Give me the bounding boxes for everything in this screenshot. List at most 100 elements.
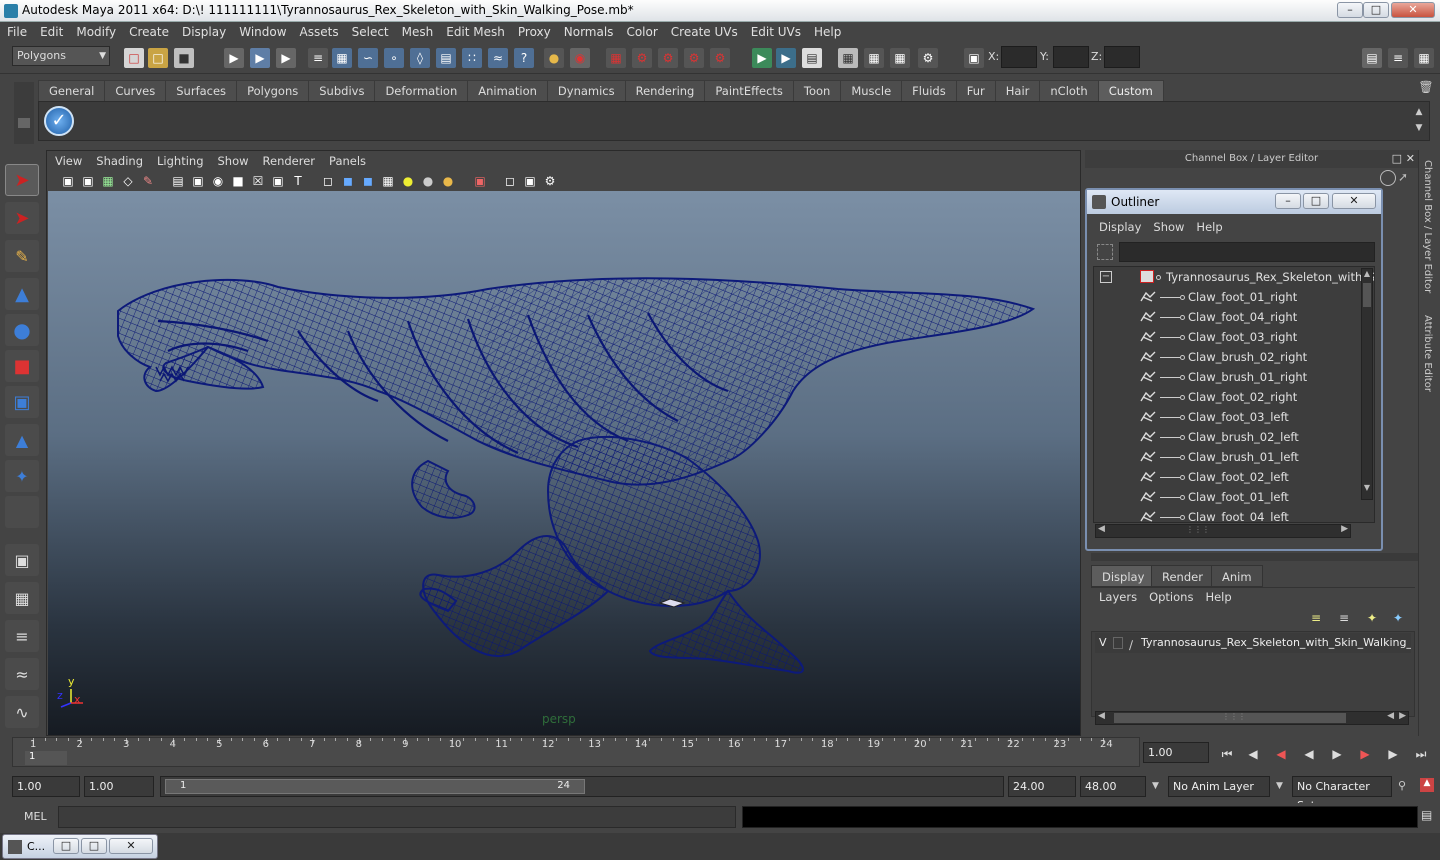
snap-surface-icon[interactable]: ∷ (462, 48, 482, 68)
outliner-menu-show[interactable]: Show (1153, 220, 1184, 234)
mel-label[interactable]: MEL (24, 810, 47, 823)
shelf-scroll-down-icon[interactable]: ▼ (1413, 123, 1425, 135)
wireframe-on-shaded-icon[interactable]: ◼ (359, 172, 377, 190)
outliner-row[interactable]: Claw_foot_04_left (1094, 507, 1364, 522)
relationship-icon[interactable]: ▶ (776, 48, 796, 68)
z-field[interactable] (1104, 46, 1140, 68)
range-slider-handle[interactable]: 1 24 (165, 779, 585, 794)
make-live-icon[interactable]: ▤ (436, 48, 456, 68)
smooth-shade-icon[interactable]: ◼ (339, 172, 357, 190)
current-frame-indicator[interactable]: 1 (25, 751, 67, 765)
script-editor-button-icon[interactable]: ▤ (1421, 808, 1435, 824)
snap-grid-icon[interactable]: ▦ (332, 48, 352, 68)
close-button[interactable]: ✕ (1391, 2, 1435, 18)
shelf-tab-muscle[interactable]: Muscle (840, 80, 903, 101)
range-slider-track[interactable]: 1 24 (160, 776, 1004, 797)
scroll-left-icon[interactable]: ◀ (1098, 524, 1105, 534)
show-manipulator-tool-icon[interactable]: ✦ (5, 460, 39, 492)
scroll-grip-icon[interactable]: ⋮⋮⋮ (1186, 525, 1210, 535)
minimized-window[interactable]: C... □ □ ✕ (2, 834, 158, 859)
playback-end-field[interactable]: 24.00 (1008, 776, 1076, 797)
snap-curve-icon[interactable]: ∽ (358, 48, 378, 68)
panel-divider[interactable] (1091, 553, 1418, 561)
menu-help[interactable]: Help (807, 22, 847, 42)
current-time-field[interactable]: 1.00 (1143, 742, 1209, 763)
shadows-icon[interactable]: ● (439, 172, 457, 190)
batch-render-icon[interactable]: ▦ (890, 48, 910, 68)
channel-box-side-tab[interactable]: Channel Box / Layer Editor (1422, 160, 1433, 293)
lock-icon[interactable]: ● (544, 48, 564, 68)
transform-mode-icon[interactable]: ▣ (964, 48, 984, 68)
resolution-gate-icon[interactable]: ◉ (209, 172, 227, 190)
layer-scroll-right-icon[interactable]: ▶ (1399, 711, 1406, 721)
snap-point-icon[interactable]: ∘ (384, 48, 404, 68)
filter-icon[interactable]: ≡ (308, 48, 328, 68)
menu-normals[interactable]: Normals (557, 22, 620, 42)
outliner-root-row[interactable]: − Tyrannosaurus_Rex_Skeleton_with_Skin (1094, 267, 1374, 287)
animation-preferences-icon[interactable]: ▲ (1420, 778, 1434, 792)
isolate-select-icon[interactable]: ▣ (471, 172, 489, 190)
step-forward-key-icon[interactable]: ▶ (1383, 746, 1403, 762)
outliner-row[interactable]: Claw_brush_02_right (1094, 347, 1364, 367)
maximize-minimized-button[interactable]: □ (81, 838, 107, 854)
trex-wireframe[interactable] (48, 191, 1080, 735)
shelf-tab-ncloth[interactable]: nCloth (1039, 80, 1099, 101)
outliner-row[interactable]: Claw_brush_02_left (1094, 427, 1364, 447)
menu-edit-mesh[interactable]: Edit Mesh (439, 22, 511, 42)
step-forward-frame-icon[interactable]: ▶ (1355, 746, 1375, 762)
step-back-frame-icon[interactable]: ◀ (1271, 746, 1291, 762)
single-pane-layout-icon[interactable]: ▣ (5, 544, 39, 576)
menu-edit-uvs[interactable]: Edit UVs (744, 22, 807, 42)
last-tool-slot-icon[interactable] (5, 496, 39, 528)
image-plane-icon[interactable]: ◇ (119, 172, 137, 190)
outliner-horizontal-scrollbar[interactable]: ◀ ⋮⋮⋮ ▶ (1095, 524, 1351, 538)
hypershade-icon[interactable]: ⚙ (684, 48, 704, 68)
channel-box-arrow-icon[interactable]: ➚ (1398, 170, 1414, 186)
shelf-tab-subdivs[interactable]: Subdivs (308, 80, 376, 101)
textured-icon[interactable]: ▦ (379, 172, 397, 190)
snap-view-plane-icon[interactable]: ◊ (410, 48, 430, 68)
viewport-scene[interactable]: y z x persp (48, 191, 1080, 735)
lasso-tool-icon[interactable]: ➤ (5, 202, 39, 234)
render-settings-icon[interactable]: ⚙ (658, 48, 678, 68)
menu-color[interactable]: Color (619, 22, 663, 42)
shelf-tab-fluids[interactable]: Fluids (901, 80, 957, 101)
history-icon[interactable]: ◉ (570, 48, 590, 68)
shelf-tab-general[interactable]: General (38, 80, 106, 101)
shelf-tab-surfaces[interactable]: Surfaces (165, 80, 238, 101)
show-render-globals-icon[interactable]: ⚙ (918, 48, 938, 68)
shelf-tab-painteffects[interactable]: PaintEffects (704, 80, 794, 101)
menu-mesh[interactable]: Mesh (395, 22, 440, 42)
layer-scroll-grip-icon[interactable]: ⋮⋮⋮ (1222, 712, 1246, 721)
safe-action-icon[interactable]: ▣ (269, 172, 287, 190)
clapboard-icon[interactable]: ▦ (864, 48, 884, 68)
shelf-menu-icon[interactable] (18, 118, 30, 128)
viewport-menu-shading[interactable]: Shading (88, 151, 149, 171)
animation-start-field[interactable]: 1.00 (12, 776, 80, 797)
layer-scroll-left-icon[interactable]: ◀ (1098, 711, 1105, 721)
paint-select-tool-icon[interactable]: ✎ (5, 240, 39, 272)
key-icon[interactable]: ⚲ (1398, 779, 1406, 792)
layer-color-icon[interactable]: ∕ (1129, 635, 1141, 652)
manipulator-tool-icon[interactable]: ▣ (5, 386, 39, 418)
xray-icon[interactable]: ◻ (501, 172, 519, 190)
menu-file[interactable]: File (0, 22, 33, 42)
character-set-dropdown[interactable]: No Character Set (1292, 776, 1392, 812)
rotate-tool-icon[interactable]: ● (5, 314, 39, 346)
outliner-maximize-button[interactable]: □ (1303, 193, 1329, 209)
script-editor-icon[interactable]: ▤ (802, 48, 822, 68)
channel-box-sphere-icon[interactable] (1380, 170, 1396, 186)
character-set-chevron-icon[interactable]: ▼ (1276, 781, 1283, 791)
safe-title-icon[interactable]: T (289, 172, 307, 190)
maximize-button[interactable]: □ (1363, 2, 1389, 18)
menu-create-uvs[interactable]: Create UVs (664, 22, 744, 42)
scale-tool-icon[interactable]: ■ (5, 350, 39, 382)
outliner-filter-field[interactable] (1119, 242, 1375, 262)
select-object-icon[interactable]: ▶ (250, 48, 270, 68)
minimize-button[interactable]: – (1337, 2, 1363, 18)
shelf-tab-rendering[interactable]: Rendering (624, 80, 706, 101)
outliner-row[interactable]: Claw_foot_02_right (1094, 387, 1364, 407)
shelf-tab-custom[interactable]: Custom (1097, 80, 1164, 101)
outliner-row[interactable]: Claw_foot_01_right (1094, 287, 1364, 307)
perspective-viewport[interactable]: View Shading Lighting Show Renderer Panels ▣ … (46, 150, 1081, 736)
